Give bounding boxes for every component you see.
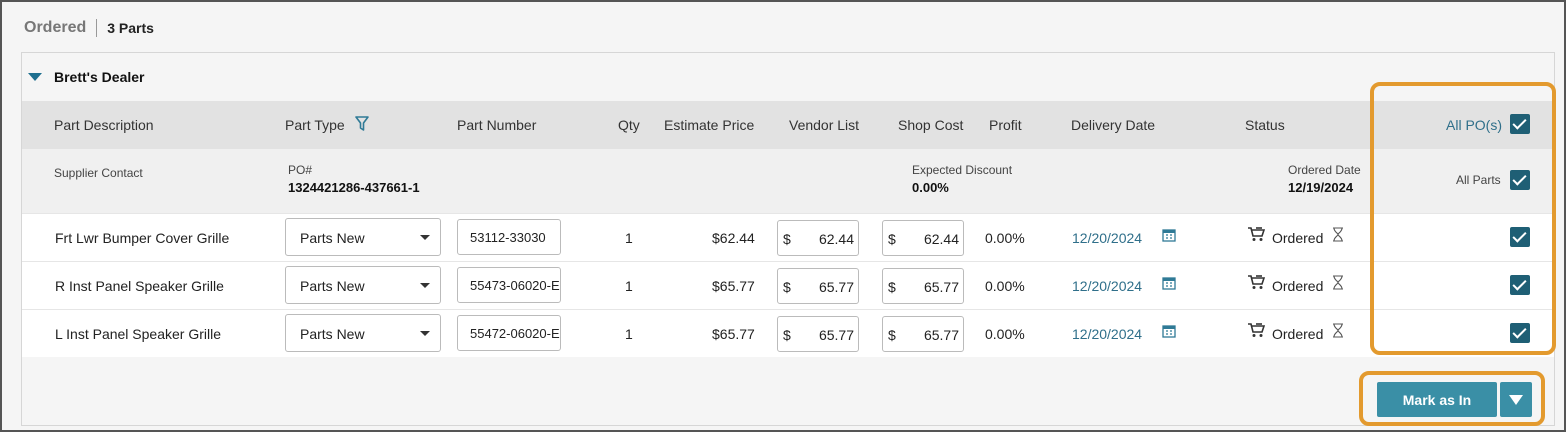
- vendor-list-value: 62.44: [818, 231, 854, 247]
- status-text: Ordered: [1272, 230, 1324, 246]
- qty-value: 1: [625, 326, 633, 342]
- calendar-icon[interactable]: [1162, 228, 1176, 242]
- part-type-select[interactable]: Parts New: [285, 218, 441, 256]
- estimate-price-value: $65.77: [712, 278, 755, 294]
- col-estimate-price[interactable]: Estimate Price: [664, 117, 754, 133]
- currency-symbol: $: [888, 327, 896, 343]
- delivery-date-link[interactable]: 12/20/2024: [1072, 230, 1142, 246]
- filter-icon[interactable]: [355, 116, 369, 132]
- parts-count: 3 Parts: [107, 20, 154, 36]
- dealer-toggle[interactable]: Brett's Dealer: [28, 69, 144, 85]
- part-type-select[interactable]: Parts New: [285, 266, 441, 304]
- supplier-info-row: Supplier Contact PO# 1324421286-437661-1…: [22, 149, 1554, 213]
- part-number-input[interactable]: 55473-06020-E: [457, 267, 561, 303]
- delivery-date-link[interactable]: 12/20/2024: [1072, 278, 1142, 294]
- cart-icon: [1248, 275, 1265, 289]
- part-description: R Inst Panel Speaker Grille: [55, 278, 224, 294]
- hourglass-icon: [1333, 227, 1343, 242]
- calendar-icon[interactable]: [1162, 276, 1176, 290]
- po-label: PO#: [288, 163, 313, 177]
- header-divider: [96, 19, 98, 37]
- shop-cost-value: 62.44: [923, 231, 959, 247]
- col-status[interactable]: Status: [1245, 117, 1285, 133]
- part-type-value: Parts New: [300, 230, 365, 246]
- table-row: Frt Lwr Bumper Cover Grille Parts New 53…: [22, 213, 1554, 261]
- supplier-contact-label: Supplier Contact: [54, 166, 143, 180]
- part-type-value: Parts New: [300, 278, 365, 294]
- shop-cost-input[interactable]: $65.77: [882, 268, 964, 304]
- col-part-number[interactable]: Part Number: [457, 117, 536, 133]
- vendor-list-value: 65.77: [818, 327, 854, 343]
- expected-discount-value: 0.00%: [912, 180, 949, 195]
- collapse-triangle-icon[interactable]: [28, 73, 42, 81]
- part-type-value: Parts New: [300, 326, 365, 342]
- part-type-select[interactable]: Parts New: [285, 314, 441, 352]
- col-shop-cost[interactable]: Shop Cost: [898, 117, 963, 133]
- vendor-list-input[interactable]: $65.77: [777, 316, 859, 352]
- checkbox-column-highlight: [1370, 82, 1556, 355]
- hourglass-icon: [1333, 275, 1343, 290]
- section-header: Ordered 3 Parts: [24, 18, 154, 38]
- estimate-price-value: $62.44: [712, 230, 755, 246]
- delivery-date-link[interactable]: 12/20/2024: [1072, 326, 1142, 342]
- cart-icon: [1248, 323, 1265, 337]
- shop-cost-input[interactable]: $62.44: [882, 220, 964, 256]
- chevron-down-icon: [420, 235, 430, 240]
- currency-symbol: $: [783, 327, 791, 343]
- currency-symbol: $: [888, 279, 896, 295]
- part-number-input[interactable]: 55472-06020-E: [457, 315, 561, 351]
- status-text: Ordered: [1272, 326, 1324, 342]
- col-delivery-date[interactable]: Delivery Date: [1071, 117, 1155, 133]
- currency-symbol: $: [888, 231, 896, 247]
- hourglass-icon: [1333, 323, 1343, 338]
- table-row: L Inst Panel Speaker Grille Parts New 55…: [22, 309, 1554, 357]
- profit-value: 0.00%: [985, 230, 1025, 246]
- table-row: R Inst Panel Speaker Grille Parts New 55…: [22, 261, 1554, 309]
- chevron-down-icon: [420, 331, 430, 336]
- vendor-list-input[interactable]: $62.44: [777, 220, 859, 256]
- qty-value: 1: [625, 278, 633, 294]
- chevron-down-icon: [420, 283, 430, 288]
- col-qty[interactable]: Qty: [618, 117, 640, 133]
- section-title: Ordered: [24, 19, 87, 36]
- cart-icon: [1248, 227, 1265, 241]
- ordered-date-value: 12/19/2024: [1288, 180, 1354, 195]
- col-vendor-list[interactable]: Vendor List: [789, 117, 859, 133]
- ordered-parts-window: Ordered 3 Parts Brett's Dealer Part Desc…: [0, 0, 1566, 432]
- status-text: Ordered: [1272, 278, 1324, 294]
- po-number: 1324421286-437661-1: [288, 180, 420, 195]
- estimate-price-value: $65.77: [712, 326, 755, 342]
- currency-symbol: $: [783, 231, 791, 247]
- qty-value: 1: [625, 230, 633, 246]
- profit-value: 0.00%: [985, 326, 1025, 342]
- shop-cost-input[interactable]: $65.77: [882, 316, 964, 352]
- part-number-input[interactable]: 53112-33030: [457, 219, 561, 255]
- part-description: L Inst Panel Speaker Grille: [55, 326, 222, 342]
- shop-cost-value: 65.77: [923, 327, 959, 343]
- dealer-panel: Brett's Dealer Part Description Part Typ…: [21, 52, 1555, 426]
- col-profit[interactable]: Profit: [989, 117, 1022, 133]
- col-part-description[interactable]: Part Description: [54, 117, 154, 133]
- dealer-name: Brett's Dealer: [54, 69, 145, 85]
- vendor-list-value: 65.77: [818, 279, 854, 295]
- profit-value: 0.00%: [985, 278, 1025, 294]
- vendor-list-input[interactable]: $65.77: [777, 268, 859, 304]
- col-part-type[interactable]: Part Type: [285, 117, 345, 133]
- shop-cost-value: 65.77: [923, 279, 959, 295]
- mark-as-in-highlight: [1359, 371, 1545, 426]
- table-header: Part Description Part Type Part Number Q…: [22, 101, 1554, 149]
- ordered-date-label: Ordered Date: [1288, 163, 1361, 177]
- expected-discount-label: Expected Discount: [912, 163, 1013, 177]
- part-description: Frt Lwr Bumper Cover Grille: [55, 230, 230, 246]
- currency-symbol: $: [783, 279, 791, 295]
- calendar-icon[interactable]: [1162, 324, 1176, 338]
